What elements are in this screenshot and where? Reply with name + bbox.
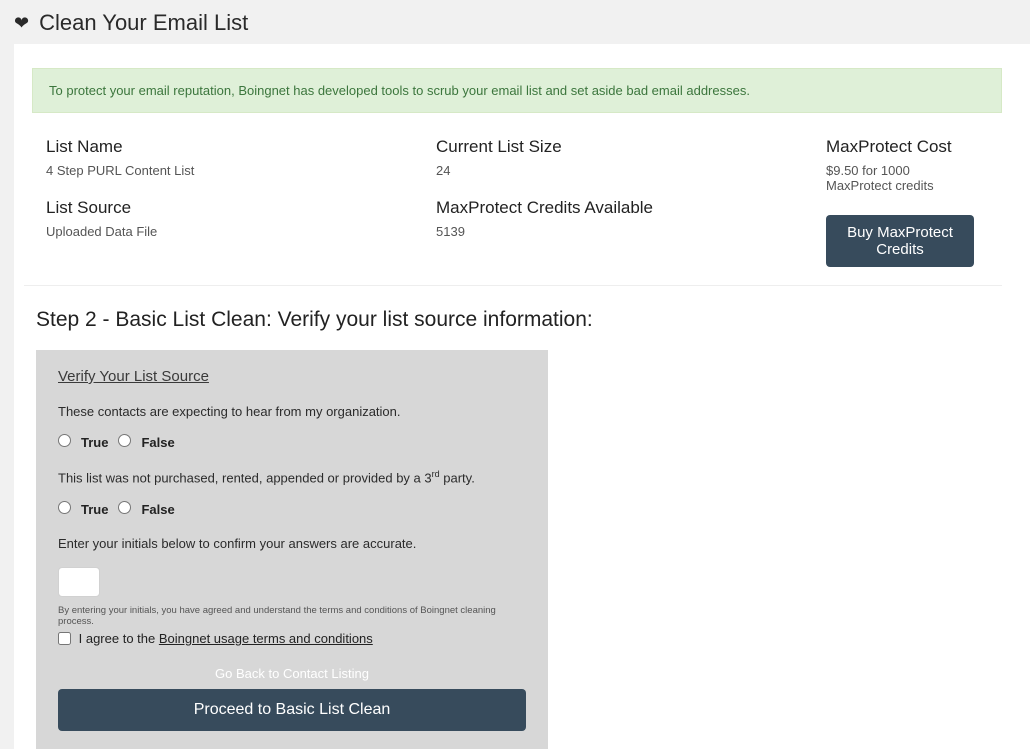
- info-alert: To protect your email reputation, Boingn…: [32, 68, 1002, 113]
- cost-item: MaxProtect Cost $9.50 for 1000 MaxProtec…: [826, 137, 974, 193]
- question-1-text: These contacts are expecting to hear fro…: [58, 403, 526, 421]
- credits-label: MaxProtect Credits Available: [436, 198, 826, 218]
- cost-label: MaxProtect Cost: [826, 137, 974, 157]
- question-2-radios: True False: [58, 502, 526, 517]
- current-size-label: Current List Size: [436, 137, 826, 157]
- current-size-value: 24: [436, 163, 826, 178]
- initials-prompt: Enter your initials below to confirm you…: [58, 535, 526, 553]
- agree-prefix: I agree to the: [79, 631, 159, 646]
- initials-fineprint: By entering your initials, you have agre…: [58, 605, 526, 627]
- proceed-button[interactable]: Proceed to Basic List Clean: [58, 689, 526, 731]
- q1-false-label: False: [141, 435, 174, 450]
- q2-true-radio[interactable]: [58, 501, 71, 514]
- buy-credits-button[interactable]: Buy MaxProtect Credits: [826, 215, 974, 267]
- terms-link[interactable]: Boingnet usage terms and conditions: [159, 631, 373, 646]
- current-size-item: Current List Size 24: [436, 137, 826, 178]
- list-source-label: List Source: [46, 198, 436, 218]
- q1-false-radio[interactable]: [118, 434, 131, 447]
- list-name-item: List Name 4 Step PURL Content List: [46, 137, 436, 178]
- q1-true-radio[interactable]: [58, 434, 71, 447]
- cost-value: $9.50 for 1000 MaxProtect credits: [826, 163, 974, 193]
- question-2-text: This list was not purchased, rented, app…: [58, 468, 526, 488]
- q2-suffix: party.: [440, 471, 475, 486]
- initials-input[interactable]: [58, 567, 100, 597]
- q1-true-label: True: [81, 435, 108, 450]
- credits-item: MaxProtect Credits Available 5139: [436, 198, 826, 239]
- step-title: Step 2 - Basic List Clean: Verify your l…: [14, 308, 1030, 350]
- list-name-value: 4 Step PURL Content List: [46, 163, 436, 178]
- page-title: Clean Your Email List: [39, 10, 248, 36]
- q2-false-radio[interactable]: [118, 501, 131, 514]
- verify-panel: Verify Your List Source These contacts a…: [36, 350, 548, 749]
- list-source-item: List Source Uploaded Data File: [46, 198, 436, 239]
- page-header: ❤ Clean Your Email List: [0, 0, 1030, 44]
- list-source-value: Uploaded Data File: [46, 224, 436, 239]
- q2-true-label: True: [81, 502, 108, 517]
- verify-panel-title: Verify Your List Source: [58, 368, 526, 385]
- go-back-link[interactable]: Go Back to Contact Listing: [215, 666, 369, 681]
- q2-prefix: This list was not purchased, rented, app…: [58, 471, 432, 486]
- summary-grid: List Name 4 Step PURL Content List List …: [24, 127, 1002, 286]
- list-name-label: List Name: [46, 137, 436, 157]
- agree-row: I agree to the Boingnet usage terms and …: [58, 631, 526, 646]
- q2-false-label: False: [141, 502, 174, 517]
- heart-icon: ❤: [14, 13, 29, 34]
- q2-sup: rd: [432, 469, 440, 479]
- question-1-radios: True False: [58, 435, 526, 450]
- alert-text: To protect your email reputation, Boingn…: [49, 83, 750, 98]
- agree-checkbox[interactable]: [58, 632, 71, 645]
- main-card: To protect your email reputation, Boingn…: [14, 44, 1030, 749]
- credits-value: 5139: [436, 224, 826, 239]
